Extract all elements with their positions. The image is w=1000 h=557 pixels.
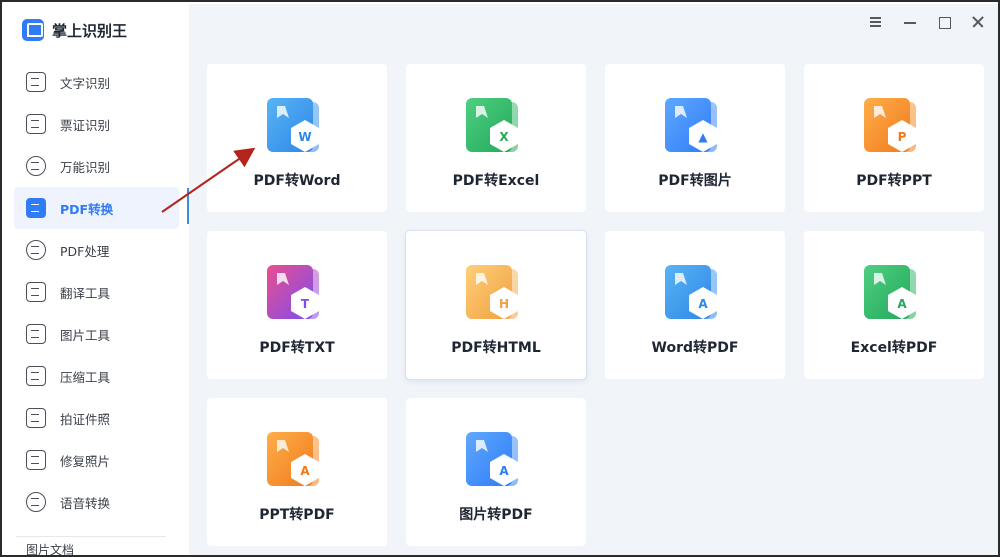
pdf-icon [26, 198, 46, 218]
sidebar-item-6[interactable]: 图片工具 [4, 313, 189, 355]
icon-letter: A [897, 297, 907, 311]
id-photo-icon [26, 408, 46, 428]
maximize-icon[interactable] [936, 14, 952, 30]
tool-label: Word转PDF [651, 340, 739, 356]
excel-to-pdf-icon: A [862, 263, 926, 325]
icon-letter: A [499, 464, 509, 478]
sidebar-item-label: 票证识别 [60, 117, 111, 133]
pdf-to-word-card[interactable]: W PDF转Word [207, 64, 387, 212]
sidebar-item-label: 修复照片 [60, 453, 111, 469]
ppt-to-pdf-card[interactable]: A PPT转PDF [207, 398, 387, 546]
sidebar-item-label: 图片工具 [60, 327, 111, 343]
pdf-to-txt-icon: T [265, 263, 329, 325]
ticket-icon [26, 114, 46, 134]
word-to-pdf-card[interactable]: A Word转PDF [605, 231, 785, 379]
pdf-to-html-icon: H [464, 263, 528, 325]
icon-letter: A [698, 297, 708, 311]
ppt-to-pdf-icon: A [265, 430, 329, 492]
photo-repair-icon [26, 450, 46, 470]
compress-icon [26, 366, 46, 386]
icon-letter: ▲ [698, 130, 708, 144]
sidebar-item-5[interactable]: 翻译工具 [4, 271, 189, 313]
sidebar-divider [16, 536, 166, 537]
image-to-pdf-icon: A [464, 430, 528, 492]
image-to-pdf-card[interactable]: A 图片转PDF [406, 398, 586, 546]
tool-label: PDF转Word [253, 173, 341, 189]
sidebar-item-4[interactable]: PDF处理 [4, 229, 189, 271]
pdf-to-ppt-icon: P [862, 96, 926, 158]
icon-letter: T [301, 297, 310, 311]
pdf-to-image-icon: ▲ [663, 96, 727, 158]
brand: 掌上识别王 [22, 18, 127, 42]
tool-label: PDF转图片 [658, 173, 732, 189]
text-scan-icon [26, 72, 46, 92]
tool-label: Excel转PDF [850, 340, 938, 356]
sidebar-item-0[interactable]: 文字识别 [4, 61, 189, 103]
pdf-to-excel-icon: X [464, 96, 528, 158]
sidebar-item-label: 万能识别 [60, 159, 111, 175]
pdf-to-html-card[interactable]: H PDF转HTML [406, 231, 586, 379]
sidebar-item-label: 文字识别 [60, 75, 111, 91]
app-name: 掌上识别王 [52, 21, 128, 40]
tool-label: 图片转PDF [459, 507, 533, 523]
app-window: 掌上识别王 文字识别票证识别万能识别 PDF转换 PDF处理翻译工具图片工具压缩工具… [0, 0, 1000, 557]
app-logo-icon [22, 19, 44, 41]
sidebar-item-more[interactable]: 图片文档 [26, 541, 126, 555]
sidebar-item-7[interactable]: 压缩工具 [4, 355, 189, 397]
sidebar-item-9[interactable]: 修复照片 [4, 439, 189, 481]
tool-label: PDF转Excel [452, 173, 540, 189]
excel-to-pdf-card[interactable]: A Excel转PDF [804, 231, 984, 379]
sidebar-item-10[interactable]: 语音转换 [4, 481, 189, 523]
icon-letter: X [499, 130, 509, 144]
sidebar-item-8[interactable]: 拍证件照 [4, 397, 189, 439]
image-icon [26, 324, 46, 344]
pdf-to-txt-card[interactable]: T PDF转TXT [207, 231, 387, 379]
universal-scan-icon [26, 156, 46, 176]
tool-label: PPT转PDF [259, 507, 335, 523]
tool-label: PDF转PPT [856, 173, 932, 189]
sidebar-item-1[interactable]: 票证识别 [4, 103, 189, 145]
sidebar-item-label: 语音转换 [60, 495, 111, 511]
pdf-to-ppt-card[interactable]: P PDF转PPT [804, 64, 984, 212]
menu-icon[interactable] [868, 14, 884, 30]
tool-label: PDF转TXT [259, 340, 335, 356]
sidebar-item-2[interactable]: 万能识别 [4, 145, 189, 187]
sidebar-item-label: 压缩工具 [60, 369, 111, 385]
sidebar-item-label: 翻译工具 [60, 285, 111, 301]
pdf-to-excel-card[interactable]: X PDF转Excel [406, 64, 586, 212]
sidebar-nav: 文字识别票证识别万能识别 PDF转换 PDF处理翻译工具图片工具压缩工具拍证件照修复… [4, 61, 189, 523]
sidebar-item-3[interactable]: PDF转换 [14, 187, 179, 229]
minimize-icon[interactable] [902, 14, 918, 30]
close-icon[interactable] [970, 14, 986, 30]
pdf-process-icon [26, 240, 46, 260]
voice-icon [26, 492, 46, 512]
window-controls [868, 14, 986, 30]
icon-letter: W [298, 130, 311, 144]
sidebar-item-label: PDF转换 [60, 201, 114, 217]
pdf-to-image-card[interactable]: ▲ PDF转图片 [605, 64, 785, 212]
sidebar: 掌上识别王 文字识别票证识别万能识别 PDF转换 PDF处理翻译工具图片工具压缩工具… [4, 4, 189, 555]
icon-letter: H [499, 297, 509, 311]
word-to-pdf-icon: A [663, 263, 727, 325]
main-panel: W PDF转Word X PDF转Excel ▲ PDF转图片 P PDF转PPT T PDF转T… [189, 4, 998, 555]
pdf-to-word-icon: W [265, 96, 329, 158]
sidebar-item-label: PDF处理 [60, 243, 110, 259]
sidebar-item-label: 拍证件照 [60, 411, 111, 427]
icon-letter: P [898, 130, 907, 144]
icon-letter: A [300, 464, 310, 478]
translate-icon [26, 282, 46, 302]
tool-label: PDF转HTML [451, 340, 541, 356]
